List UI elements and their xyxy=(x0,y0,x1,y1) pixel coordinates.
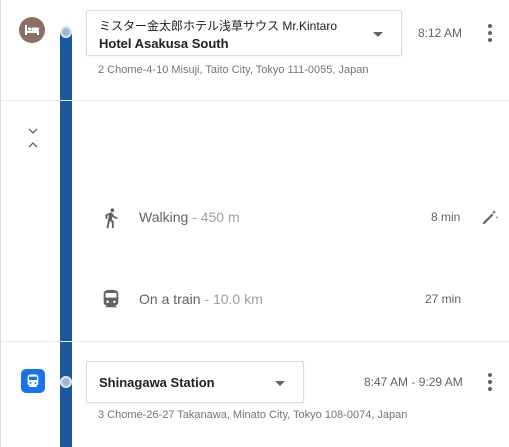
train-mode-label: On a train xyxy=(139,291,201,307)
walking-mode-label: Walking xyxy=(139,209,189,225)
chevron-down-icon xyxy=(275,381,285,386)
destination-arrival-time: 8:47 AM - 9:29 AM xyxy=(364,375,463,389)
train-step-text: On a train - 10.0 km xyxy=(139,291,263,307)
divider xyxy=(1,100,509,101)
destination-more-options-button[interactable] xyxy=(484,373,496,391)
train-distance: 10.0 km xyxy=(212,291,263,307)
origin-name-line2: Hotel Asakusa South xyxy=(99,36,229,51)
walking-duration: 8 min xyxy=(431,210,461,224)
divider xyxy=(1,341,509,342)
destination-place-dropdown[interactable]: Shinagawa Station xyxy=(86,361,304,403)
origin-timeline-node xyxy=(60,26,72,38)
origin-name-line1: ミスター金太郎ホテル浅草サウス Mr.Kintaro xyxy=(99,19,338,33)
train-icon xyxy=(103,289,119,308)
kebab-dot-icon xyxy=(488,31,492,35)
train-duration: 27 min xyxy=(425,292,462,306)
walking-step-text: Walking - 450 m xyxy=(139,209,240,225)
kebab-dot-icon xyxy=(488,38,492,42)
chevron-up-icon[interactable] xyxy=(28,141,38,149)
kebab-dot-icon xyxy=(488,373,492,377)
walking-distance: 450 m xyxy=(200,209,240,225)
hotel-bed-icon xyxy=(19,17,45,43)
origin-place-dropdown[interactable]: ミスター金太郎ホテル浅草サウス Mr.Kintaro Hotel Asakusa… xyxy=(86,10,402,56)
walking-person-icon xyxy=(105,208,118,229)
kebab-dot-icon xyxy=(488,387,492,391)
kebab-dot-icon xyxy=(488,380,492,384)
panel-border xyxy=(0,0,1,447)
route-panel: ミスター金太郎ホテル浅草サウス Mr.Kintaro Hotel Asakusa… xyxy=(0,0,509,447)
origin-more-options-button[interactable] xyxy=(484,24,496,42)
destination-timeline-node xyxy=(60,376,72,388)
origin-departure-time: 8:12 AM xyxy=(418,26,463,40)
train-separator: - xyxy=(200,291,213,307)
origin-address: 2 Chome-4-10 Misuji, Taito City, Tokyo 1… xyxy=(98,64,369,76)
kebab-dot-icon xyxy=(488,24,492,28)
chevron-down-icon xyxy=(373,32,383,37)
train-station-icon xyxy=(21,369,45,393)
destination-address: 3 Chome-26-27 Takanawa, Minato City, Tok… xyxy=(98,409,408,421)
chevron-down-icon[interactable] xyxy=(28,127,38,135)
destination-name: Shinagawa Station xyxy=(99,375,215,390)
magic-wand-icon[interactable] xyxy=(481,208,499,226)
walking-separator: - xyxy=(188,209,201,225)
